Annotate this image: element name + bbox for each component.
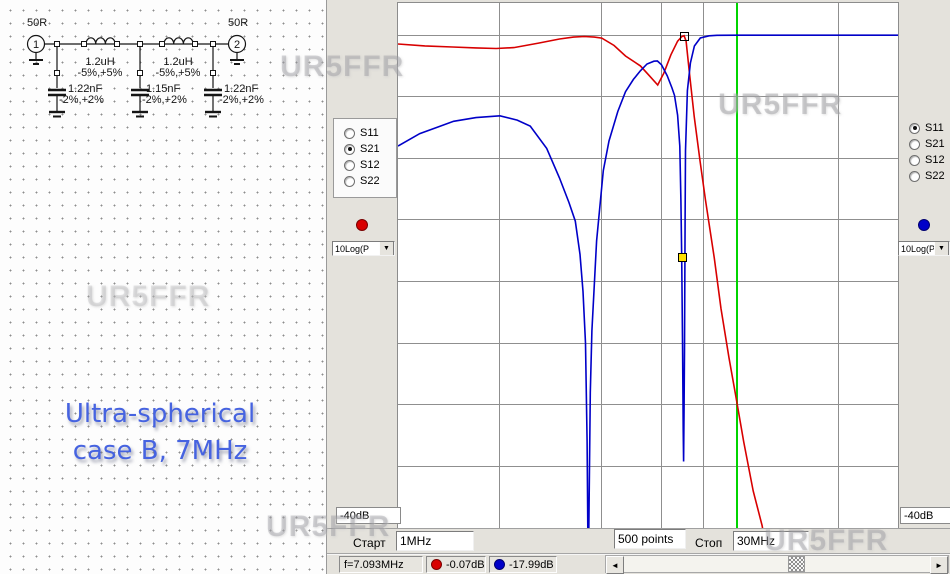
radio-s22[interactable]: S22 [334,173,396,189]
radio-label: S11 [925,122,944,134]
radio-circle-icon[interactable] [909,123,920,134]
right-scale-label: -40dB [904,510,933,522]
radio-circle-icon[interactable] [344,160,355,171]
port1-number: 1 [33,39,39,51]
right-format-value: 10Log(P [899,244,934,254]
inductor1-tolerance: -5%,+5% [78,67,123,79]
radio-label: S12 [925,154,945,166]
radio-label: S22 [925,170,945,182]
frequency-scrollbar[interactable]: ◄ ► [605,555,949,573]
start-frequency-input[interactable] [396,531,474,551]
red-trace-dot [356,219,368,231]
rf-simulator-window: 50R 50R 1 2 1.2uH -5%,+5% 1.2uH -5%,+5% … [0,0,950,574]
inductor2-tolerance: -5%,+5% [156,67,201,79]
stop-label: Стоп [695,536,722,550]
right-scale-box[interactable]: -40dB [900,507,950,524]
right-format-dropdown[interactable]: 10Log(P ▼ [898,241,950,256]
radio-s21[interactable]: S21 [334,141,396,157]
radio-label: S22 [360,175,380,187]
points-input[interactable] [614,529,686,549]
cap1-tolerance: -2%,+2% [59,94,104,106]
schematic-panel: 50R 50R 1 2 1.2uH -5%,+5% 1.2uH -5%,+5% … [0,0,327,574]
cursor-marker-s21[interactable] [680,32,689,41]
cursor-frequency-readout: f=7.093MHz [339,556,423,573]
red-trace-readout: -0.07dB [426,556,486,573]
radio-circle-icon[interactable] [344,176,355,187]
trace-curves [398,3,898,528]
radio-s21[interactable]: S21 [899,136,950,152]
analysis-panel: S11 S21 S12 S22 10Log(P ▼ -40dB S11 S21 S12 S2… [327,0,950,574]
left-trace-color-indicator [356,219,368,231]
radio-circle-icon[interactable] [344,144,355,155]
cap2-tolerance: -2%,+2% [142,94,187,106]
port1-impedance-label: 50R [27,17,47,29]
radio-label: S12 [360,159,380,171]
right-sparam-group: S11 S21 S12 S22 [899,120,950,184]
blue-trace-dot [918,219,930,231]
blue-trace-dot [494,559,505,570]
radio-label: S21 [925,138,945,150]
red-value-text: -0.07dB [446,559,485,571]
left-scale-label: -40dB [340,510,369,522]
left-scale-box[interactable]: -40dB [336,507,401,524]
left-sparam-group: S11 S21 S12 S22 [333,118,397,198]
caption-line1: Ultra-spherical [28,396,292,433]
radio-s11[interactable]: S11 [899,120,950,136]
sparameter-plot[interactable] [397,2,899,529]
left-format-dropdown[interactable]: 10Log(P ▼ [332,241,395,256]
scrollbar-thumb[interactable] [788,556,805,572]
red-trace-dot [431,559,442,570]
inductor2-symbol [164,38,193,44]
inductor1-symbol [86,38,115,44]
cap3-tolerance: -2%,+2% [219,94,264,106]
radio-label: S21 [360,143,380,155]
radio-label: S11 [360,127,379,139]
trace-s11 [398,35,898,528]
radio-s12[interactable]: S12 [899,152,950,168]
radio-circle-icon[interactable] [909,139,920,150]
left-format-value: 10Log(P [333,244,379,254]
scroll-left-arrow-icon[interactable]: ◄ [606,556,624,574]
start-label: Старт [353,536,386,550]
chevron-down-icon[interactable]: ▼ [934,241,949,256]
design-caption: Ultra-spherical case B, 7MHz [28,396,292,470]
right-trace-color-indicator [918,219,930,231]
caption-line2: case B, 7MHz [28,433,292,470]
blue-trace-readout: -17.99dB [489,556,557,573]
port2-impedance-label: 50R [228,17,248,29]
radio-circle-icon[interactable] [909,155,920,166]
cursor-marker-s11[interactable] [678,253,687,262]
radio-s12[interactable]: S12 [334,157,396,173]
filter-schematic: 50R 50R 1 2 1.2uH -5%,+5% 1.2uH -5%,+5% … [0,0,300,135]
radio-circle-icon[interactable] [909,171,920,182]
stop-frequency-input[interactable] [733,531,809,551]
blue-value-text: -17.99dB [509,559,554,571]
scroll-right-arrow-icon[interactable]: ► [930,556,948,574]
port2-number: 2 [234,39,240,51]
radio-circle-icon[interactable] [344,128,355,139]
radio-s22[interactable]: S22 [899,168,950,184]
radio-s11[interactable]: S11 [334,125,396,141]
cursor-frequency-text: f=7.093MHz [344,559,404,571]
chevron-down-icon[interactable]: ▼ [379,241,394,256]
